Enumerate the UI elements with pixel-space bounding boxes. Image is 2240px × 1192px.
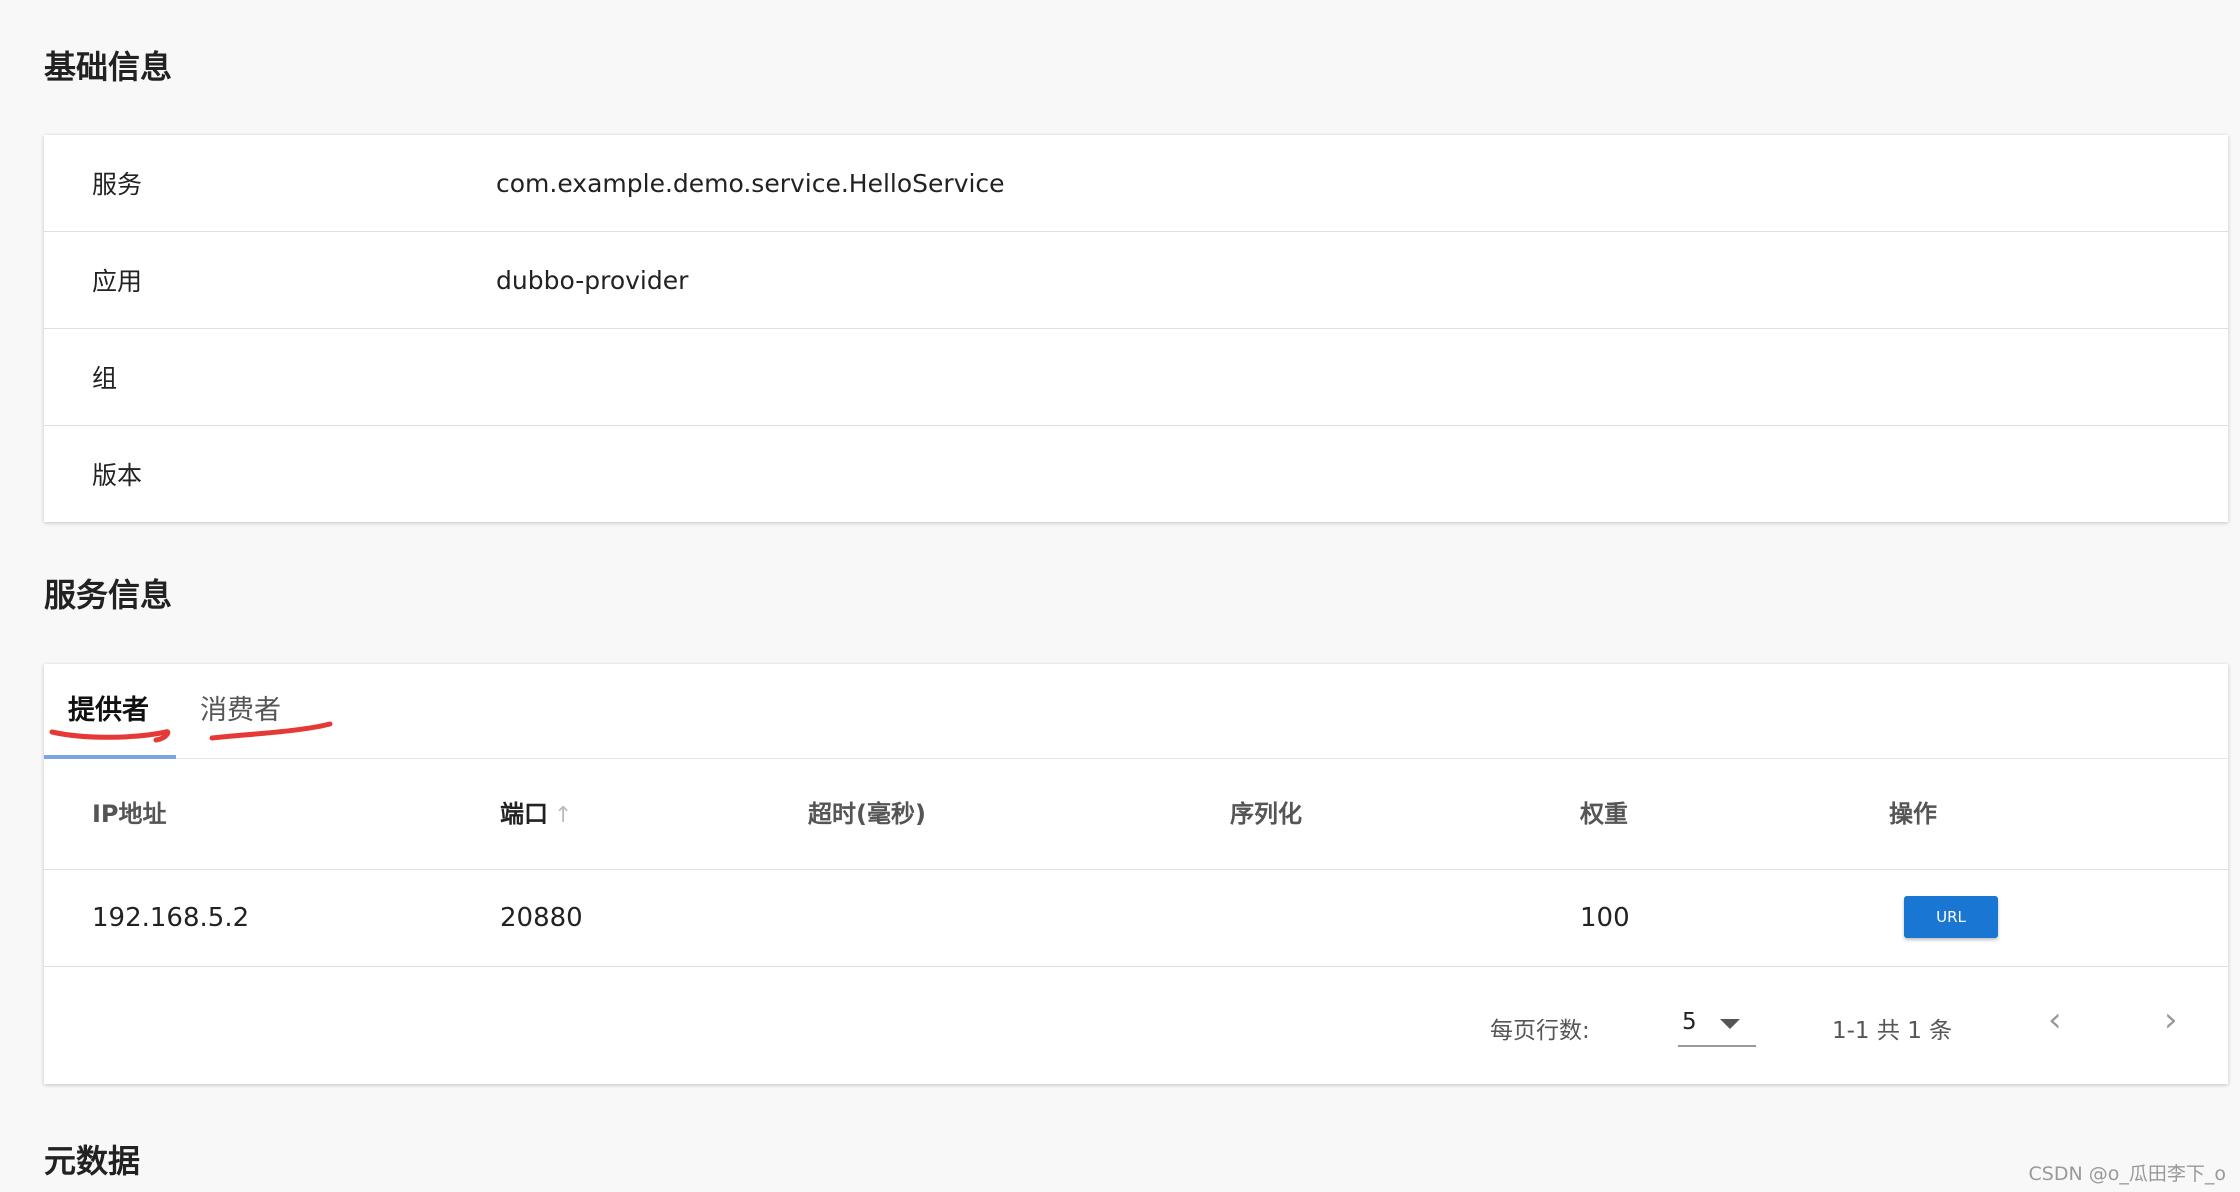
table-header: IP地址 端口 ↑ 超时(毫秒) 序列化 权重 操作 [44, 759, 2228, 870]
cell-ip: 192.168.5.2 [92, 903, 250, 933]
info-label: 服务 [92, 170, 143, 199]
chevron-right-icon[interactable]: › [2164, 1003, 2178, 1037]
info-label: 应用 [92, 267, 143, 296]
info-row-version: 版本 [44, 426, 2228, 522]
info-row-group: 组 [44, 329, 2228, 426]
rows-per-page-value: 5 [1682, 1009, 1697, 1035]
red-underline-annotation [209, 721, 333, 741]
table-row: 192.168.5.2 20880 100 URL [44, 870, 2228, 967]
info-row-application: 应用 dubbo-provider [44, 232, 2228, 329]
column-ip[interactable]: IP地址 [92, 759, 167, 869]
info-label: 组 [92, 364, 118, 393]
pagination: 每页行数: 5 1-1 共 1 条 ‹ › [44, 967, 2228, 1084]
column-actions: 操作 [1889, 800, 1937, 828]
basic-info-card: 服务 com.example.demo.service.HelloService… [44, 135, 2228, 522]
service-info-title: 服务信息 [44, 576, 173, 614]
column-weight[interactable]: 权重 [1580, 759, 1628, 869]
info-value: com.example.demo.service.HelloService [496, 168, 1005, 198]
cell-port: 20880 [500, 903, 583, 933]
info-value: dubbo-provider [496, 265, 689, 295]
basic-info-title: 基础信息 [44, 48, 173, 86]
service-info-card: 提供者 消费者 IP地址 端口 ↑ 超时(毫秒) 序列化 权重 操作 192.16… [44, 664, 2228, 1084]
info-row-service: 服务 com.example.demo.service.HelloService [44, 135, 2228, 232]
url-button[interactable]: URL [1904, 896, 1998, 938]
watermark: CSDN @o_瓜田李下_o [2028, 1163, 2226, 1185]
chevron-left-icon[interactable]: ‹ [2048, 1003, 2062, 1037]
column-port-label: 端口 [500, 800, 548, 828]
column-timeout[interactable]: 超时(毫秒) [808, 759, 926, 869]
cell-weight: 100 [1580, 903, 1630, 933]
rows-per-page-label: 每页行数: [1490, 1018, 1590, 1044]
column-port[interactable]: 端口 ↑ [500, 759, 572, 869]
column-serialization[interactable]: 序列化 [1230, 759, 1302, 869]
rows-per-page-select[interactable]: 5 [1678, 1001, 1756, 1047]
service-tabs: 提供者 消费者 [44, 664, 2228, 759]
caret-down-icon [1720, 1019, 1740, 1029]
info-label: 版本 [92, 461, 143, 490]
metadata-title: 元数据 [44, 1142, 141, 1180]
arrow-up-icon: ↑ [554, 803, 573, 828]
page-range-text: 1-1 共 1 条 [1832, 1018, 1953, 1044]
red-underline-annotation [49, 729, 171, 743]
